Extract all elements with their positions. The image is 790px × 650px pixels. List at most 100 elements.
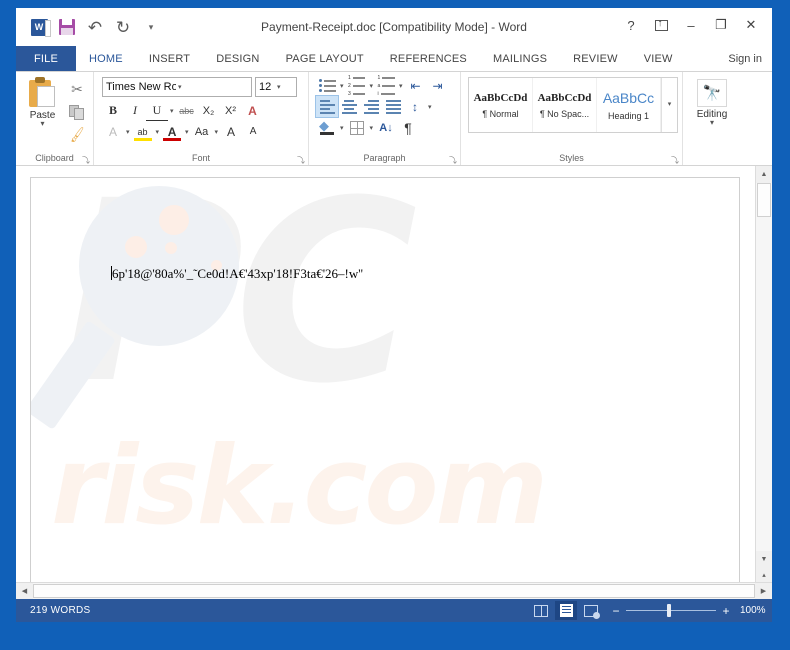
tab-view[interactable]: VIEW bbox=[631, 46, 686, 71]
zoom-level-label[interactable]: 100% bbox=[736, 605, 766, 616]
font-name-combobox[interactable]: Times New Roman ▾ bbox=[102, 77, 252, 97]
strikethrough-button[interactable]: abc bbox=[176, 100, 198, 121]
justify-button[interactable] bbox=[382, 96, 404, 117]
zoom-slider-thumb[interactable] bbox=[667, 604, 672, 617]
web-layout-button[interactable] bbox=[580, 601, 602, 620]
font-color-button[interactable]: A bbox=[161, 121, 183, 142]
align-left-button[interactable] bbox=[315, 95, 339, 118]
grow-font-button[interactable]: A bbox=[220, 121, 242, 142]
horizontal-scroll-thumb[interactable] bbox=[33, 584, 755, 598]
chevron-down-icon[interactable]: ▾ bbox=[338, 82, 346, 90]
clear-formatting-button[interactable]: A bbox=[242, 100, 264, 121]
tab-mailings[interactable]: MAILINGS bbox=[480, 46, 560, 71]
ribbon-display-options-button[interactable] bbox=[646, 13, 676, 37]
subscript-button[interactable]: X₂ bbox=[198, 100, 220, 121]
vertical-scrollbar[interactable]: ▲ ▼ ▴ bbox=[755, 166, 772, 582]
chevron-down-icon[interactable]: ▾ bbox=[368, 124, 376, 132]
tab-review[interactable]: REVIEW bbox=[560, 46, 631, 71]
scroll-down-button[interactable]: ▼ bbox=[756, 551, 772, 568]
chevron-down-icon[interactable]: ▾ bbox=[338, 124, 346, 132]
superscript-button[interactable]: X² bbox=[220, 100, 242, 121]
horizontal-scrollbar[interactable]: ◀ ▶ bbox=[16, 582, 772, 599]
bullets-button[interactable] bbox=[316, 75, 338, 96]
close-button[interactable]: ✕ bbox=[736, 13, 766, 37]
vertical-scroll-thumb[interactable] bbox=[757, 183, 771, 217]
chevron-down-icon[interactable]: ▾ bbox=[183, 128, 191, 136]
styles-more-button[interactable]: ▾ bbox=[661, 78, 677, 132]
font-dialog-launcher[interactable]: ⤵ bbox=[297, 155, 306, 165]
read-mode-button[interactable] bbox=[530, 601, 552, 620]
horizontal-scroll-track[interactable] bbox=[33, 583, 755, 599]
underline-button[interactable]: U bbox=[146, 100, 168, 121]
document-body-text[interactable]: 6p'18@'80a%'_˜Ce0d!A€'43xp'18!F3ta€'26–!… bbox=[111, 266, 363, 282]
document-page[interactable]: PC risk.com 6p'18@'80a%'_˜Ce0d!A€'43xp'1… bbox=[30, 177, 740, 582]
close-icon: ✕ bbox=[745, 17, 757, 32]
zoom-in-button[interactable]: + bbox=[721, 604, 731, 618]
multilevel-list-button[interactable]: 1ai bbox=[375, 75, 397, 97]
scroll-right-button[interactable]: ▶ bbox=[755, 583, 772, 599]
copy-icon bbox=[69, 104, 85, 120]
format-painter-button[interactable]: 🖌 bbox=[65, 124, 89, 146]
clipboard-dialog-launcher[interactable]: ⤵ bbox=[82, 155, 91, 165]
chevron-down-icon[interactable]: ▾ bbox=[368, 82, 376, 90]
chevron-down-icon[interactable]: ▾ bbox=[168, 107, 176, 115]
line-spacing-button[interactable]: ↕ bbox=[404, 96, 426, 117]
show-formatting-marks-button[interactable]: ¶ bbox=[397, 117, 419, 138]
tab-file[interactable]: FILE bbox=[16, 46, 77, 71]
undo-button[interactable]: ↶ bbox=[82, 15, 108, 39]
copy-button[interactable] bbox=[65, 101, 89, 123]
style-heading-1[interactable]: AaBbCc Heading 1 bbox=[597, 78, 661, 132]
style-normal[interactable]: AaBbCcDd ¶ Normal bbox=[469, 78, 533, 132]
decrease-indent-button[interactable]: ⇤ bbox=[405, 75, 427, 96]
paragraph-dialog-launcher[interactable]: ⤵ bbox=[449, 155, 458, 165]
help-button[interactable]: ? bbox=[616, 13, 646, 37]
change-case-button[interactable]: Aa bbox=[191, 121, 213, 142]
chevron-down-icon[interactable]: ▾ bbox=[426, 103, 434, 111]
tab-home[interactable]: HOME bbox=[76, 46, 136, 71]
magnifier-handle-icon bbox=[31, 320, 116, 430]
tab-page-layout[interactable]: PAGE LAYOUT bbox=[273, 46, 377, 71]
italic-button[interactable]: I bbox=[124, 100, 146, 121]
chevron-down-icon[interactable]: ▾ bbox=[397, 82, 405, 90]
vertical-scroll-track[interactable] bbox=[756, 183, 772, 551]
scroll-up-button[interactable]: ▲ bbox=[756, 166, 772, 183]
align-center-button[interactable] bbox=[338, 96, 360, 117]
triangle-down-icon: ▼ bbox=[760, 556, 768, 563]
chevron-down-icon[interactable]: ▾ bbox=[124, 128, 132, 136]
chevron-down-icon[interactable]: ▾ bbox=[154, 128, 162, 136]
tab-design[interactable]: DESIGN bbox=[203, 46, 272, 71]
numbering-button[interactable]: 123 bbox=[346, 75, 368, 97]
save-button[interactable] bbox=[54, 15, 80, 39]
zoom-out-button[interactable]: − bbox=[611, 604, 621, 618]
sign-in-link[interactable]: Sign in bbox=[728, 46, 772, 71]
increase-indent-button[interactable]: ⇥ bbox=[427, 75, 449, 96]
split-window-handle[interactable]: ▴ bbox=[756, 568, 772, 582]
maximize-button[interactable]: ❐ bbox=[706, 13, 736, 37]
customize-qat-button[interactable]: ▾ bbox=[138, 15, 164, 39]
chevron-down-icon[interactable]: ▾ bbox=[213, 128, 221, 136]
shading-button[interactable] bbox=[316, 117, 338, 138]
print-layout-button[interactable] bbox=[555, 601, 577, 620]
shrink-font-button[interactable]: A bbox=[242, 121, 264, 142]
print-layout-icon bbox=[559, 604, 573, 617]
styles-dialog-launcher[interactable]: ⤵ bbox=[671, 155, 680, 165]
font-size-combobox[interactable]: 12 ▾ bbox=[255, 77, 297, 97]
text-highlight-button[interactable]: ab bbox=[132, 121, 154, 142]
sort-button[interactable]: A↓ bbox=[375, 117, 397, 138]
style-no-spacing[interactable]: AaBbCcDd ¶ No Spac... bbox=[533, 78, 597, 132]
minimize-button[interactable]: – bbox=[676, 13, 706, 37]
tab-insert[interactable]: INSERT bbox=[136, 46, 203, 71]
scroll-left-button[interactable]: ◀ bbox=[16, 583, 33, 599]
paste-button[interactable]: Paste ▾ bbox=[20, 75, 65, 128]
word-app-icon[interactable]: W bbox=[26, 15, 52, 39]
editing-button[interactable]: 🔭 Editing ▾ bbox=[689, 75, 735, 127]
tab-references[interactable]: REFERENCES bbox=[377, 46, 480, 71]
redo-button[interactable]: ↻ bbox=[110, 15, 136, 39]
cut-button[interactable]: ✂ bbox=[65, 78, 89, 100]
zoom-slider[interactable] bbox=[626, 604, 716, 617]
bold-button[interactable]: B bbox=[102, 100, 124, 121]
borders-button[interactable] bbox=[346, 117, 368, 138]
text-effects-button[interactable]: A bbox=[102, 121, 124, 142]
align-right-button[interactable] bbox=[360, 96, 382, 117]
word-count-status[interactable]: 219 WORDS bbox=[22, 605, 99, 616]
